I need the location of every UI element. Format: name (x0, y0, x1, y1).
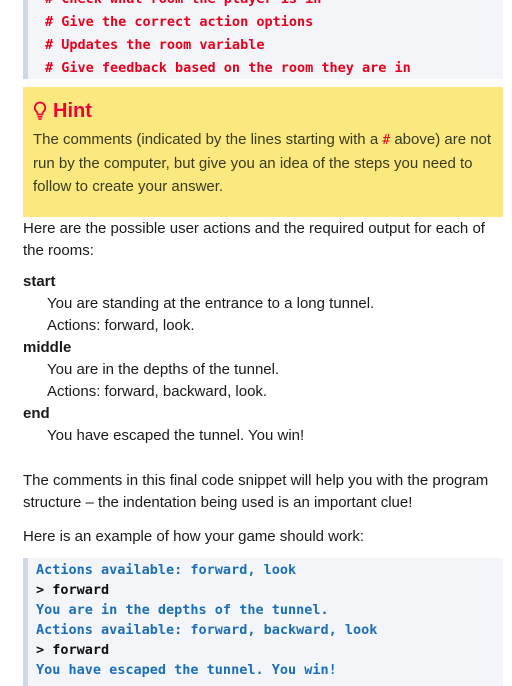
lightbulb-icon (34, 101, 46, 120)
example-intro: Here is an example of how your game shou… (23, 528, 365, 545)
room-name-middle: middle (23, 339, 72, 356)
room-actions: Actions: forward, backward, look. (47, 383, 268, 400)
input-line: > forward (36, 582, 110, 598)
hint-title: Hint (33, 97, 493, 125)
output-line: Actions available: forward, look (36, 562, 297, 578)
code-line: # Check what room the player is in (45, 0, 503, 11)
hash-symbol: # (382, 133, 391, 148)
code-line: # Give the correct action options (45, 14, 314, 30)
input-line: > forward (36, 642, 110, 658)
room-name-start: start (23, 273, 56, 290)
room-name-end: end (23, 405, 50, 422)
room-description: You have escaped the tunnel. You win! (47, 427, 305, 444)
comments-code-block: # Check what room the player is in # Giv… (23, 0, 503, 79)
code-line: # Updates the room variable (45, 37, 265, 53)
output-line: You have escaped the tunnel. You win! (36, 662, 337, 678)
example-output-block: Actions available: forward, look > forwa… (23, 558, 503, 686)
hint-text: The comments (indicated by the lines sta… (33, 131, 383, 148)
hint-body: The comments (indicated by the lines sta… (33, 128, 493, 198)
room-actions: Actions: forward, look. (47, 317, 195, 334)
output-line: You are in the depths of the tunnel. (36, 602, 329, 618)
rooms-intro: Here are the possible user actions and t… (23, 220, 485, 259)
room-description: You are standing at the entrance to a lo… (47, 295, 375, 312)
room-description: You are in the depths of the tunnel. (47, 361, 280, 378)
hint-box: Hint The comments (indicated by the line… (23, 87, 503, 217)
structure-note: The comments in this final code snippet … (23, 472, 489, 511)
code-line: # Give feedback based on the room they a… (45, 60, 411, 76)
output-line: Actions available: forward, backward, lo… (36, 622, 378, 638)
hint-title-text: Hint (53, 99, 92, 122)
